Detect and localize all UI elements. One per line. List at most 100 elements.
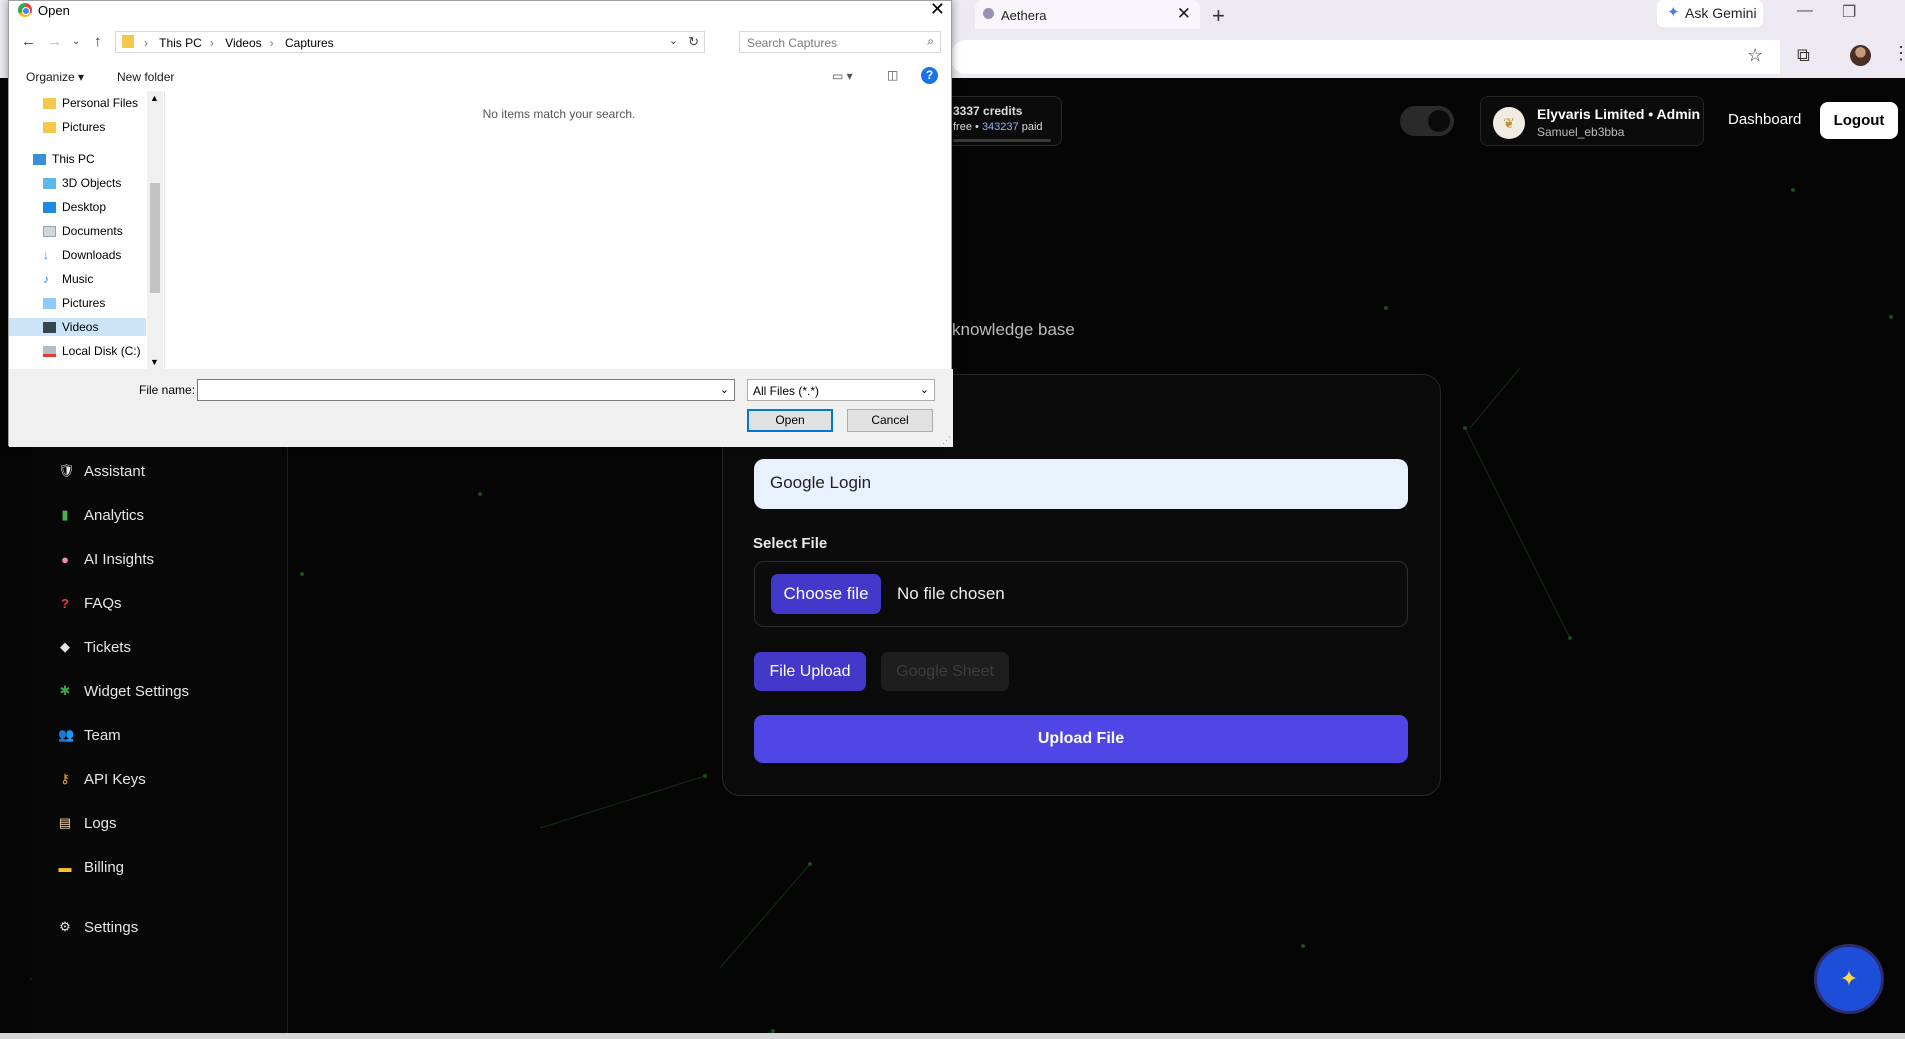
search-placeholder: Search Captures (747, 36, 838, 50)
sidebar-item-faqs[interactable]: ? FAQs (58, 592, 122, 614)
tree-item-music[interactable]: ♪ Music (43, 270, 93, 288)
dashboard-link[interactable]: Dashboard (1728, 111, 1801, 128)
minimize-icon[interactable]: — (1797, 2, 1813, 20)
ticket-icon: ◆ (60, 639, 70, 654)
sidebar-item-tickets[interactable]: ◆ Tickets (58, 636, 131, 658)
preview-pane-icon[interactable]: ◫ (887, 68, 898, 82)
sidebar-item-label: Tickets (84, 638, 131, 656)
horizontal-scrollbar[interactable] (0, 1033, 1905, 1039)
breadcrumb-captures[interactable]: Captures (285, 36, 334, 50)
file-type-select[interactable]: All Files (*.*) ⌄ (747, 379, 935, 401)
dialog-title: Open (38, 3, 70, 18)
dialog-titlebar: Open ✕ (9, 0, 953, 21)
open-button[interactable]: Open (747, 409, 833, 432)
organize-button[interactable]: Organize ▾ (26, 70, 84, 84)
team-icon: 👥 (58, 727, 75, 742)
cancel-button[interactable]: Cancel (847, 409, 933, 432)
breadcrumb-this-pc[interactable]: This PC (159, 36, 202, 50)
tree-item-videos[interactable]: Videos (9, 318, 146, 336)
chrome-logo-icon (18, 3, 32, 17)
org-name: Elyvaris Limited • Admin (1537, 106, 1701, 122)
tree-item-local-disk[interactable]: Local Disk (C:) (43, 342, 141, 360)
chevron-down-icon[interactable]: ⌄ (720, 383, 729, 396)
sidebar-item-label: Settings (84, 918, 139, 936)
sidebar-item-billing[interactable]: ▬ Billing (58, 856, 125, 878)
theme-toggle[interactable] (1400, 106, 1454, 136)
scroll-icon: ▤ (58, 815, 72, 830)
assistant-fab[interactable]: ✦ (1814, 944, 1884, 1014)
tree-item-documents[interactable]: Documents (43, 222, 123, 240)
file-name-input[interactable]: ⌄ (197, 379, 735, 401)
credits-widget: 3337 credits free • 343237 paid (940, 96, 1062, 146)
refresh-icon[interactable]: ↻ (688, 34, 699, 50)
computer-icon (33, 153, 46, 165)
credits-free-label: free (953, 121, 972, 133)
scroll-up-icon[interactable]: ▲ (150, 93, 159, 103)
breadcrumb-videos[interactable]: Videos (225, 36, 261, 50)
tab-google-sheet[interactable]: Google Sheet (881, 652, 1009, 691)
tree-item-pictures[interactable]: Pictures (43, 294, 105, 312)
sidebar-item-analytics[interactable]: ▮ Analytics (58, 504, 144, 526)
resize-grip-icon[interactable]: ⋰ (942, 435, 951, 446)
up-arrow-icon[interactable]: ↑ (94, 33, 102, 50)
tree-item-desktop[interactable]: Desktop (43, 198, 106, 216)
tab-file-upload[interactable]: File Upload (754, 652, 866, 691)
org-profile[interactable]: ❦ Elyvaris Limited • Admin Samuel_eb3bba (1480, 96, 1704, 146)
sidebar-item-ai-insights[interactable]: ● AI Insights (58, 548, 154, 570)
org-logo-icon: ❦ (1493, 107, 1525, 139)
chevron-down-icon[interactable]: ⌄ (669, 34, 678, 47)
pane-divider (164, 91, 165, 369)
browser-tab[interactable]: Aethera ✕ (975, 0, 1200, 29)
sidebar-item-api-keys[interactable]: ⚷ API Keys (58, 768, 146, 790)
sidebar-item-settings[interactable]: ⚙ Settings (58, 916, 138, 938)
upload-file-button[interactable]: Upload File (754, 715, 1408, 763)
bookmark-star-icon[interactable]: ☆ (1747, 45, 1763, 66)
tree-item-label: 3D Objects (62, 176, 122, 190)
name-input[interactable]: Google Login (754, 459, 1408, 509)
profile-avatar[interactable] (1850, 45, 1871, 66)
ask-gemini-button[interactable]: ✦ Ask Gemini (1657, 0, 1763, 27)
restore-icon[interactable]: ❐ (1842, 2, 1856, 22)
tree-item-3d-objects[interactable]: 3D Objects (43, 174, 121, 192)
logout-button[interactable]: Logout (1820, 102, 1898, 139)
choose-file-button[interactable]: Choose file (771, 574, 881, 614)
chart-icon: ▮ (61, 507, 69, 522)
sidebar-item-assistant[interactable]: 🛡 Assistant (58, 460, 145, 482)
new-tab-icon[interactable]: + (1212, 3, 1225, 29)
folder-icon (43, 121, 56, 133)
tree-item-downloads[interactable]: ↓ Downloads (43, 246, 121, 264)
username: Samuel_eb3bba (1537, 125, 1625, 139)
tree-item-this-pc[interactable]: This PC (33, 150, 95, 168)
puzzle-icon: ✱ (59, 683, 71, 698)
sidebar-item-label: API Keys (84, 770, 146, 788)
help-icon[interactable]: ? (921, 67, 938, 84)
empty-message: No items match your search. (482, 107, 636, 121)
assistant-icon: 🛡 (58, 463, 75, 478)
scroll-thumb[interactable] (150, 183, 160, 293)
sidebar-item-label: Team (84, 726, 121, 744)
address-bar[interactable] (950, 40, 1780, 74)
tree-item-label: Personal Files (62, 96, 139, 110)
tree-item-personal-files[interactable]: Personal Files (43, 94, 138, 112)
page-subtitle: knowledge base (952, 320, 1075, 339)
sidebar-item-logs[interactable]: ▤ Logs (58, 812, 117, 834)
view-options-icon[interactable]: ▭ ▾ (832, 69, 853, 83)
search-input[interactable]: Search Captures ⌕ (739, 31, 941, 53)
back-arrow-icon[interactable]: ← (21, 33, 36, 50)
sidebar-item-widget-settings[interactable]: ✱ Widget Settings (58, 680, 190, 702)
forward-arrow-icon[interactable]: → (47, 33, 62, 50)
menu-dots-icon[interactable]: ⋮ (1892, 43, 1905, 64)
new-folder-button[interactable]: New folder (117, 70, 174, 84)
path-breadcrumb[interactable]: › This PC › Videos › Captures ⌄ ↻ (115, 31, 705, 53)
tab-favicon-icon (983, 8, 994, 19)
navigation-scrollbar[interactable]: ▲ ▼ (147, 91, 163, 369)
tab-close-icon[interactable]: ✕ (1177, 4, 1191, 24)
recent-locations-icon[interactable]: ⌄ (72, 36, 80, 47)
tree-item-label: This PC (52, 152, 95, 166)
sidebar-item-team[interactable]: 👥 Team (58, 724, 121, 746)
scroll-down-icon[interactable]: ▼ (150, 357, 159, 367)
extensions-icon[interactable]: ⧉ (1797, 45, 1810, 66)
tree-item-pictures-top[interactable]: Pictures (43, 118, 105, 136)
navigation-pane: Personal Files Pictures This PC 3D Objec… (9, 91, 162, 369)
close-icon[interactable]: ✕ (930, 0, 945, 20)
